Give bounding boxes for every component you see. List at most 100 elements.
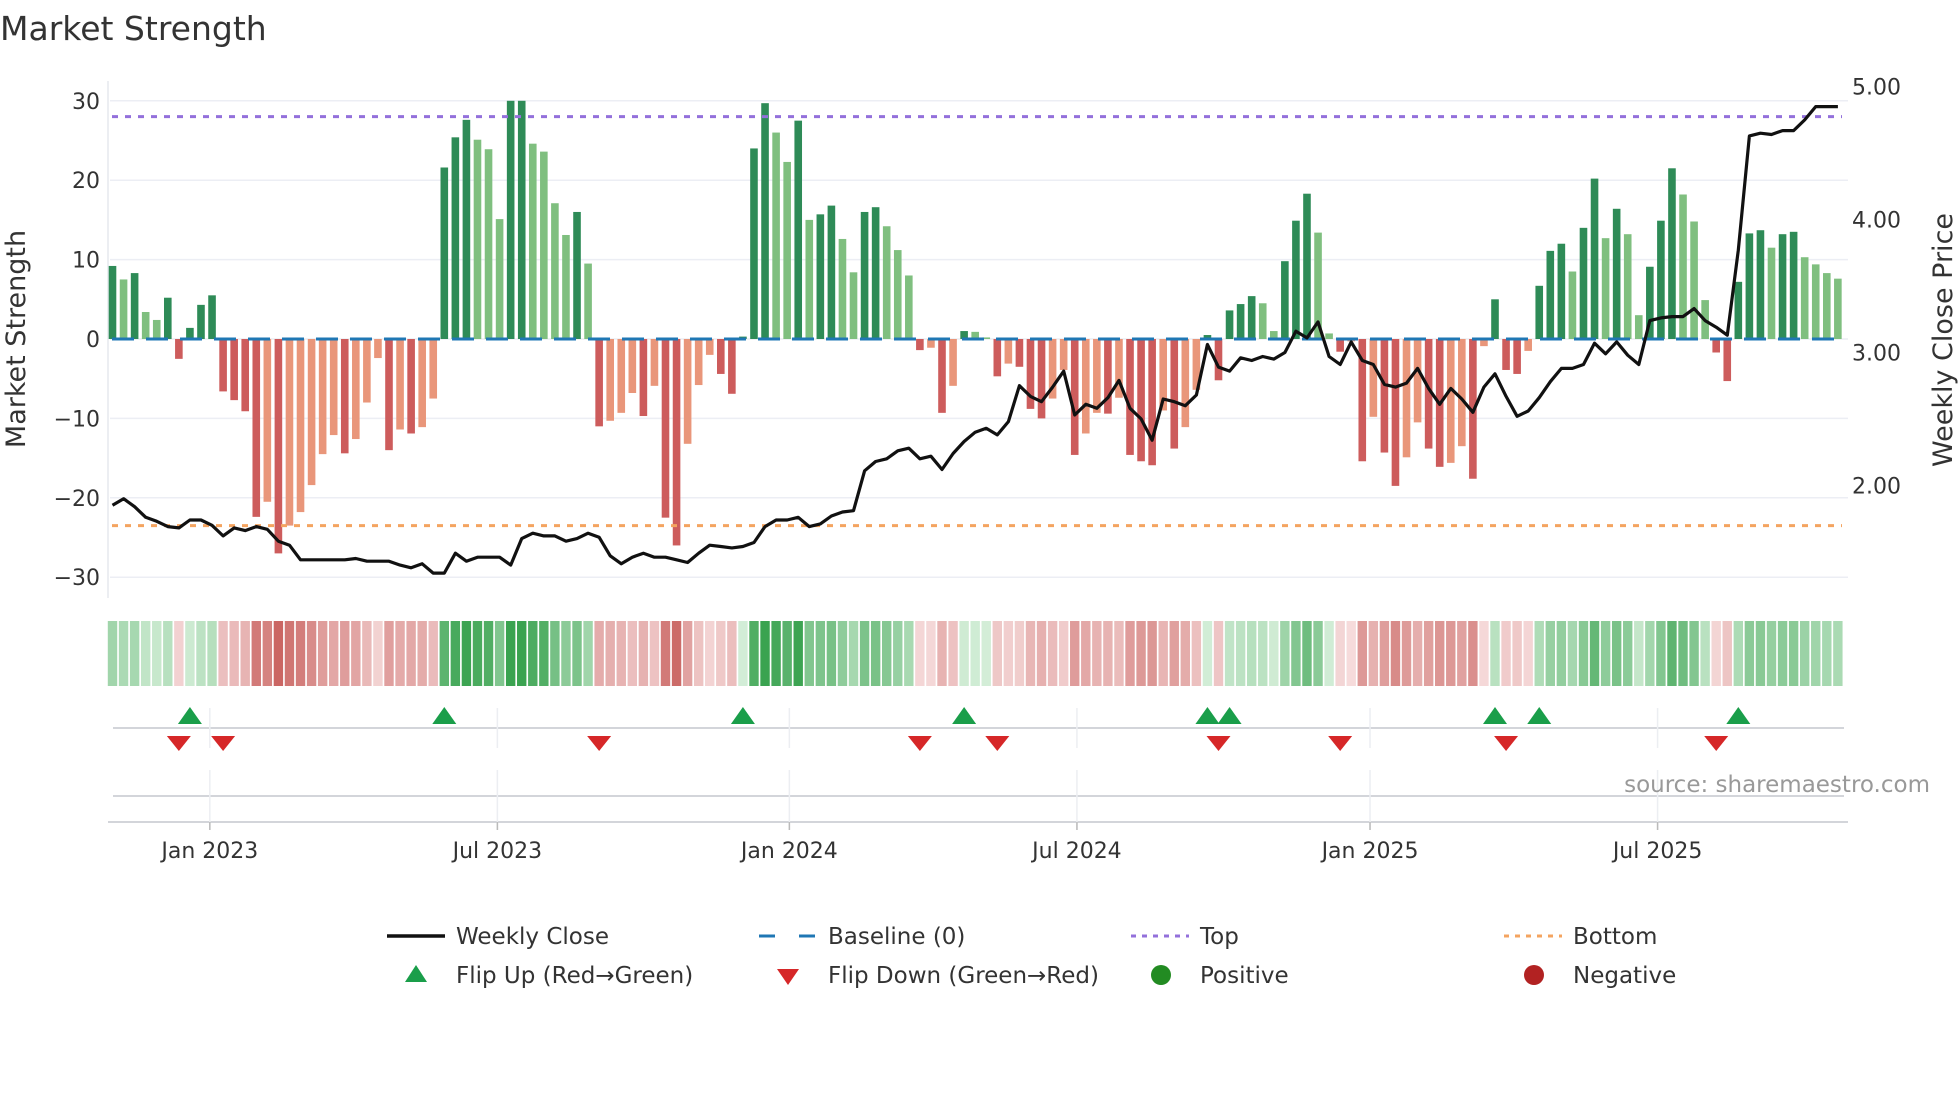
bar-negative	[938, 339, 946, 413]
left-axis-ticks: 30 20 10 0 −10 −20 −30	[54, 90, 100, 591]
heat-cell	[517, 621, 527, 686]
bar-positive	[1834, 278, 1842, 339]
flip-down-marker	[211, 736, 236, 751]
bar-positive	[827, 205, 836, 339]
heat-cell	[1246, 621, 1257, 686]
bar-negative	[1037, 339, 1046, 419]
bar-negative	[329, 339, 338, 436]
bar-negative	[595, 339, 603, 427]
bar-negative	[307, 339, 316, 486]
heat-cell	[284, 621, 295, 686]
bar-negative	[385, 339, 393, 451]
y-tick-label: 0	[86, 328, 100, 353]
bar-positive	[882, 226, 891, 339]
heat-cell	[129, 621, 140, 686]
bar-positive	[1236, 304, 1245, 339]
bar-negative	[639, 339, 648, 417]
x-tick-label: Jan 2025	[1320, 839, 1419, 864]
bar-positive	[573, 211, 581, 339]
bar-negative	[418, 339, 426, 428]
heat-cell	[218, 621, 228, 686]
heat-cell	[1556, 621, 1567, 686]
heat-cell	[483, 621, 494, 686]
heat-cell	[583, 621, 593, 686]
x-tick-label: Jul 2025	[1611, 839, 1703, 864]
heat-cell	[428, 621, 438, 686]
y-tick-label: 20	[72, 169, 100, 194]
bar-positive	[584, 263, 592, 339]
legend-label: Top	[1199, 924, 1239, 950]
heat-cell	[1744, 621, 1755, 686]
heat-cell	[1446, 621, 1456, 686]
heat-cell	[340, 621, 350, 686]
heat-cell	[981, 621, 991, 686]
heat-cell	[1014, 621, 1025, 686]
legend-negative-icon	[1524, 965, 1544, 985]
bar-positive	[816, 214, 825, 339]
bar-positive	[473, 139, 482, 339]
heat-cell	[152, 621, 162, 686]
bar-negative	[374, 339, 382, 359]
bar-positive	[440, 167, 449, 339]
y-tick-label: −10	[54, 407, 100, 432]
bar-positive	[849, 272, 858, 339]
heat-cell	[351, 621, 361, 686]
heat-cell	[693, 621, 704, 686]
bar-positive	[1789, 231, 1798, 339]
bar-negative	[285, 339, 294, 526]
heat-cell	[251, 621, 261, 686]
strength-bars	[108, 100, 1842, 554]
bar-negative	[1513, 339, 1521, 374]
flip-up-marker	[952, 707, 977, 724]
bar-positive	[1811, 264, 1820, 339]
heat-cell	[1678, 621, 1688, 686]
bar-positive	[860, 211, 869, 339]
heat-cell	[539, 621, 549, 686]
heat-cell	[1700, 621, 1710, 686]
heat-cell	[1589, 621, 1600, 686]
bar-positive	[1568, 271, 1577, 339]
heat-cell	[1578, 621, 1589, 686]
chart-title: Market Strength	[0, 9, 267, 48]
heat-cell	[1567, 621, 1578, 686]
legend-label: Flip Up (Red→Green)	[456, 963, 693, 989]
flip-down-marker	[907, 736, 932, 751]
flip-down-marker	[587, 736, 612, 751]
bar-positive	[750, 148, 758, 339]
heat-cell	[727, 621, 737, 686]
bar-positive	[1281, 261, 1289, 339]
heat-cell	[716, 621, 726, 686]
heat-cell	[926, 621, 936, 686]
heat-cell	[1623, 621, 1633, 686]
bar-positive	[197, 304, 205, 339]
legend: Weekly Close Baseline (0) Top Bottom Flip Up…	[387, 924, 1676, 989]
heat-cell	[1600, 621, 1611, 686]
heat-cell	[1036, 621, 1047, 686]
flip-down-marker	[166, 736, 191, 751]
heat-cell	[616, 621, 626, 686]
heat-cell	[1799, 621, 1810, 686]
heat-cell	[1357, 621, 1367, 686]
y-tick-label: −20	[54, 487, 100, 512]
bar-positive	[130, 273, 139, 339]
heat-cell	[1379, 621, 1390, 686]
bar-positive	[1767, 247, 1776, 339]
heat-cell	[362, 621, 372, 686]
bar-negative	[650, 339, 659, 386]
heat-cell	[1788, 621, 1799, 686]
heat-cell	[329, 621, 339, 686]
heat-cell	[295, 621, 306, 686]
bar-negative	[241, 339, 250, 412]
bar-positive	[1225, 310, 1234, 339]
flip-up-marker	[1217, 707, 1242, 724]
heat-cell	[1766, 621, 1777, 686]
heat-cell	[837, 621, 848, 686]
heat-cell	[1833, 621, 1843, 686]
bar-negative	[717, 339, 725, 374]
bar-positive	[1756, 230, 1765, 339]
heat-cell	[1401, 621, 1412, 686]
heat-cell	[1479, 621, 1489, 686]
heat-cell	[1645, 621, 1655, 686]
heat-cell	[1435, 621, 1445, 686]
bar-positive	[551, 203, 559, 339]
